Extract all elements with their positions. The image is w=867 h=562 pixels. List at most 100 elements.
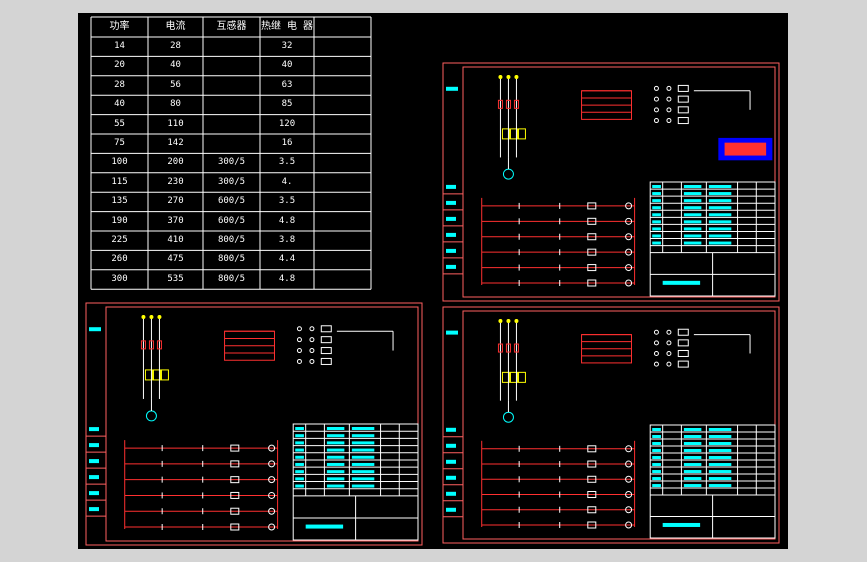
table-cell: 225 [111, 235, 128, 245]
thermal-relay-element [160, 369, 169, 381]
bom-text-mark [683, 213, 702, 217]
bom-text-mark [708, 185, 732, 188]
relay-symbol [677, 328, 689, 336]
table-header-cell: 功率 [109, 21, 130, 32]
phase-terminal [141, 315, 146, 319]
bom-text-mark [708, 428, 732, 431]
table-cell: 3.5 [278, 157, 296, 168]
bom-text-mark [683, 484, 702, 488]
cad-drawing-canvas[interactable]: 功率 电流 互感器 热继 电 器 14 28 32 20 40 40 28 56 63 40 80 85 55 1… [78, 13, 788, 549]
bom-text-mark [652, 428, 661, 431]
bom-text-mark [351, 434, 375, 438]
table-cell: 40 [281, 60, 293, 71]
bom-text-mark [683, 199, 702, 203]
table-cell: 75 [114, 138, 125, 148]
bom-text-mark [295, 470, 304, 474]
margin-label-mark [446, 427, 456, 432]
bom-text-mark [351, 441, 375, 445]
table-cell: 300/5 [217, 157, 246, 168]
table-cell: 28 [114, 79, 125, 90]
bom-text-mark [708, 449, 732, 453]
table-cell: 300/5 [217, 176, 246, 187]
table-cell: 370 [167, 215, 184, 226]
relay-symbol [320, 357, 332, 365]
device-terminal [309, 358, 315, 364]
motor-symbol [502, 411, 514, 423]
margin-label-mark [446, 232, 456, 237]
device-terminal [309, 348, 315, 354]
relay-symbol [677, 349, 689, 357]
bom-text-mark [683, 428, 702, 431]
table-cell: 800/5 [217, 235, 246, 245]
margin-label-mark [446, 459, 456, 464]
bom-text-mark [683, 227, 702, 231]
table-cell: 110 [167, 118, 184, 129]
relay-symbol [677, 106, 689, 114]
title-block-text-mark [662, 522, 701, 527]
thermal-relay-element [517, 371, 526, 383]
margin-label-mark [446, 443, 456, 448]
device-terminal [666, 96, 672, 102]
table-cell: 80 [170, 99, 181, 110]
table-cell: 475 [167, 254, 184, 265]
bom-text-mark [708, 470, 732, 474]
relay-symbol [677, 339, 689, 347]
margin-label-mark [446, 264, 456, 269]
margin-label-mark [446, 216, 456, 221]
bom-text-mark [683, 449, 702, 453]
bom-text-mark [652, 234, 661, 238]
thermal-relay-element [517, 128, 526, 140]
bom-text-mark [652, 456, 661, 460]
table-cell: 3.5 [278, 196, 296, 207]
device-terminal [309, 337, 315, 343]
table-cell: 270 [167, 196, 184, 207]
bom-text-mark [683, 192, 702, 196]
bom-text-mark [708, 456, 732, 460]
bom-text-mark [708, 463, 732, 467]
relay-symbol [677, 95, 689, 103]
relay-symbol [320, 336, 332, 344]
table-cell: 40 [114, 99, 125, 110]
bom-text-mark [295, 455, 304, 459]
phase-terminal [506, 319, 511, 323]
bom-text-mark [326, 427, 345, 430]
table-cell: 3.8 [278, 235, 296, 245]
bom-text-mark [683, 456, 702, 460]
device-terminal [653, 350, 659, 356]
table-cell: 120 [278, 118, 296, 129]
bom-text-mark [326, 441, 345, 445]
bom-text-mark [326, 462, 345, 466]
margin-label-mark [89, 475, 99, 480]
device-terminal [666, 118, 672, 124]
margin-label-mark [446, 330, 458, 335]
device-terminal [296, 348, 302, 354]
device-terminal [653, 96, 659, 102]
relay-symbol [677, 360, 689, 368]
bom-text-mark [708, 435, 732, 439]
bom-text-mark [683, 470, 702, 474]
table-cell: 600/5 [217, 215, 246, 226]
table-cell: 4.8 [278, 273, 296, 284]
table-cell: 40 [170, 60, 181, 71]
device-terminal [666, 85, 672, 91]
table-cell: 200 [167, 157, 184, 168]
bom-text-mark [295, 441, 304, 445]
phase-terminal [149, 315, 154, 319]
bom-text-mark [683, 435, 702, 439]
bom-text-mark [683, 220, 702, 224]
motor-symbol [145, 410, 157, 422]
relay-symbol [320, 347, 332, 355]
bom-text-mark [351, 470, 375, 474]
bom-text-mark [295, 462, 304, 466]
bom-text-mark [326, 434, 345, 438]
phase-terminal [514, 319, 519, 323]
bom-text-mark [652, 241, 661, 245]
bom-text-mark [652, 206, 661, 210]
phase-terminal [514, 75, 519, 79]
table-cell: 300 [111, 273, 128, 284]
table-cell: 190 [111, 215, 128, 226]
relay-symbol [677, 117, 689, 125]
table-header-cell: 热继 电 器 [260, 21, 314, 32]
bom-text-mark [683, 442, 702, 446]
margin-label-mark [446, 507, 456, 512]
